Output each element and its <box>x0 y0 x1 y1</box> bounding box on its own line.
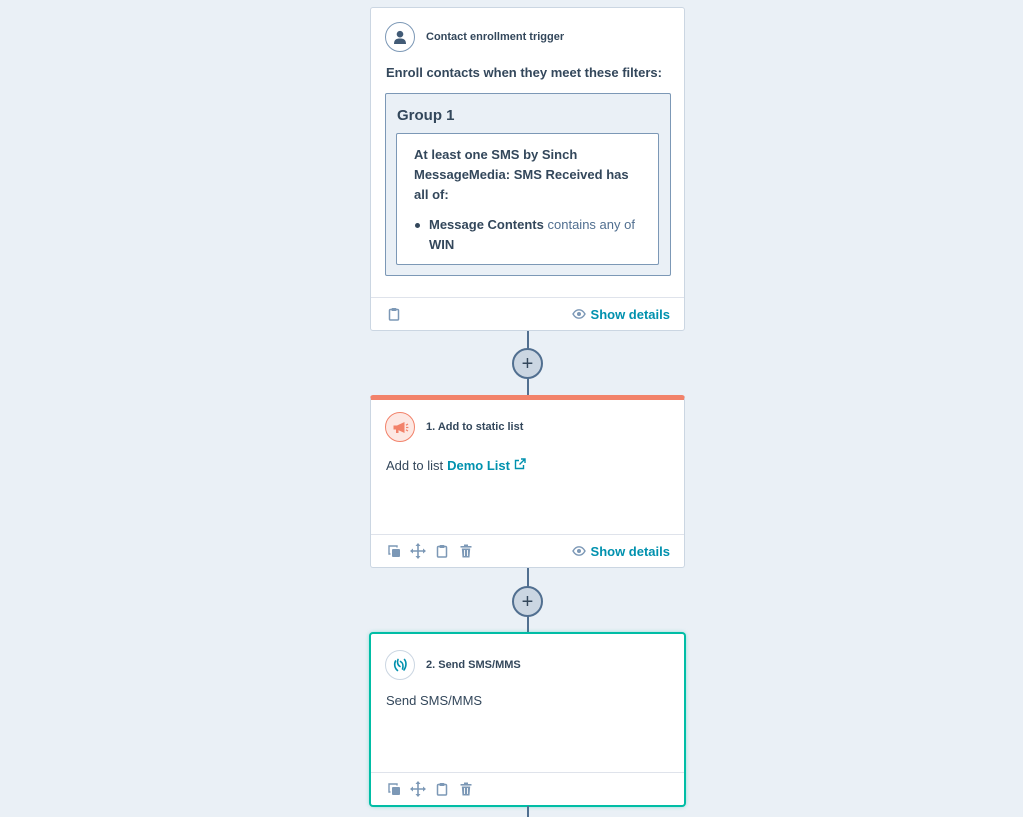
external-link-icon <box>514 458 526 473</box>
trash-icon[interactable] <box>458 781 474 797</box>
add-action-button[interactable]: + <box>512 586 543 617</box>
filter-condition: Message Contents contains any of WIN <box>414 215 642 255</box>
eye-icon <box>571 307 586 322</box>
move-icon[interactable] <box>410 543 426 559</box>
show-details-label: Show details <box>590 543 670 559</box>
move-icon[interactable] <box>410 781 426 797</box>
contact-person-icon <box>385 22 415 52</box>
connector-line <box>527 806 529 817</box>
clone-icon[interactable] <box>386 781 402 797</box>
show-details-label: Show details <box>590 306 670 322</box>
footer-actions <box>386 543 474 559</box>
condition-value: WIN <box>429 237 455 252</box>
action-card-add-to-list[interactable]: 1. Add to static list Add to list Demo L… <box>370 395 685 568</box>
list-link-label: Demo List <box>447 458 510 473</box>
bullet <box>415 223 420 228</box>
list-link[interactable]: Demo List <box>447 458 526 473</box>
action-footer: Show details <box>371 534 684 567</box>
filter-header: At least one SMS by Sinch MessageMedia: … <box>414 147 629 202</box>
condition-operator: contains any of <box>547 217 635 232</box>
action-footer <box>371 772 684 805</box>
footer-actions <box>386 306 402 322</box>
show-details-button[interactable]: Show details <box>571 543 670 559</box>
eye-icon <box>571 544 586 559</box>
clipboard-icon[interactable] <box>386 306 402 322</box>
clipboard-icon[interactable] <box>434 781 450 797</box>
sms-app-icon <box>385 650 415 680</box>
action-body-prefix: Add to list <box>386 458 444 473</box>
clone-icon[interactable] <box>386 543 402 559</box>
trash-icon[interactable] <box>458 543 474 559</box>
show-details-button[interactable]: Show details <box>571 306 670 322</box>
action-title: 2. Send SMS/MMS <box>426 659 521 671</box>
enrollment-trigger-card[interactable]: Contact enrollment trigger Enroll contac… <box>370 7 685 331</box>
action-header: 1. Add to static list <box>385 412 684 442</box>
filter-group[interactable]: Group 1 At least one SMS by Sinch Messag… <box>385 93 671 276</box>
condition-property: Message Contents <box>429 217 544 232</box>
clipboard-icon[interactable] <box>434 543 450 559</box>
trigger-header: Contact enrollment trigger <box>385 22 684 52</box>
group-label: Group 1 <box>397 107 455 124</box>
action-title: 1. Add to static list <box>426 421 524 433</box>
action-body: Send SMS/MMS <box>386 693 483 708</box>
trigger-title: Contact enrollment trigger <box>426 31 565 43</box>
trigger-intro: Enroll contacts when they meet these fil… <box>386 65 662 80</box>
trigger-footer: Show details <box>371 297 684 330</box>
action-header: 2. Send SMS/MMS <box>385 650 684 680</box>
plus-icon: + <box>521 352 534 375</box>
action-body: Add to list Demo List <box>386 458 526 473</box>
footer-actions <box>386 781 474 797</box>
action-card-send-sms[interactable]: 2. Send SMS/MMS Send SMS/MMS <box>370 633 685 806</box>
plus-icon: + <box>521 590 534 613</box>
filter-box: At least one SMS by Sinch MessageMedia: … <box>396 133 659 265</box>
megaphone-icon <box>385 412 415 442</box>
add-action-button[interactable]: + <box>512 348 543 379</box>
